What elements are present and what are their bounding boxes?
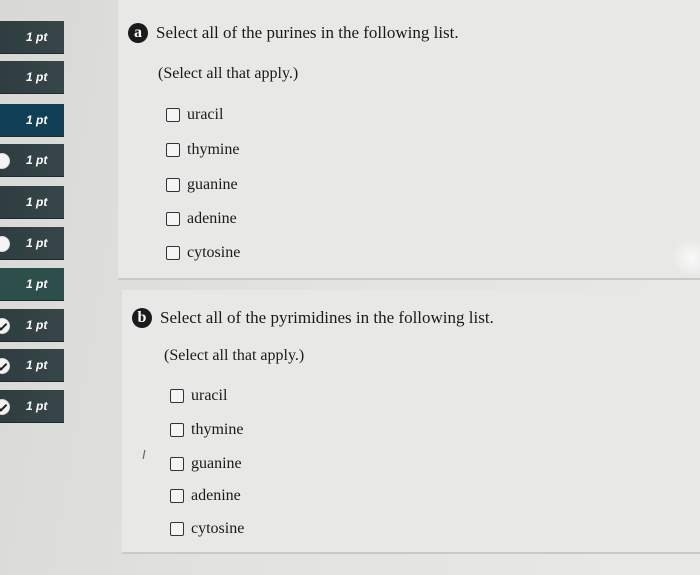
question-b-text: Select all of the pyrimidines in the fol… bbox=[160, 308, 494, 327]
checkbox[interactable] bbox=[170, 389, 184, 403]
option-b-cytosine[interactable]: cytosine bbox=[170, 520, 244, 538]
checkbox[interactable] bbox=[166, 143, 180, 157]
text-cursor-mark: I bbox=[142, 447, 146, 462]
option-label: guanine bbox=[191, 455, 242, 472]
nav-item-7[interactable]: 1 pt bbox=[0, 268, 64, 301]
nav-item-8[interactable]: 1 pt bbox=[0, 309, 64, 342]
option-a-guanine[interactable]: guanine bbox=[166, 176, 238, 194]
nav-item-9[interactable]: 1 pt bbox=[0, 349, 64, 382]
nav-item-10[interactable]: 1 pt bbox=[0, 390, 64, 423]
option-b-guanine[interactable]: guanine bbox=[170, 455, 242, 473]
nav-item-points: 1 pt bbox=[26, 318, 48, 332]
question-nav-rail: 1 pt 1 pt 1 pt 1 pt 1 pt 1 pt 1 pt 1 pt … bbox=[0, 0, 66, 425]
option-label: adenine bbox=[187, 210, 237, 227]
checkbox[interactable] bbox=[166, 108, 180, 122]
option-a-cytosine[interactable]: cytosine bbox=[166, 244, 240, 262]
nav-item-points: 1 pt bbox=[26, 153, 48, 167]
nav-item-3[interactable]: 1 pt bbox=[0, 104, 64, 137]
nav-item-2[interactable]: 1 pt bbox=[0, 61, 64, 94]
option-label: thymine bbox=[187, 141, 240, 158]
option-b-thymine[interactable]: thymine bbox=[170, 421, 243, 439]
screen-glare bbox=[672, 238, 700, 278]
question-a-panel: a Select all of the purines in the follo… bbox=[118, 0, 700, 280]
option-label: uracil bbox=[187, 106, 224, 123]
status-circle-icon bbox=[0, 153, 10, 169]
nav-item-5[interactable]: 1 pt bbox=[0, 186, 64, 219]
checkmark-icon bbox=[0, 358, 10, 374]
option-b-adenine[interactable]: adenine bbox=[170, 487, 241, 505]
question-a-text: Select all of the purines in the followi… bbox=[156, 23, 459, 42]
question-a-header: a Select all of the purines in the follo… bbox=[128, 23, 459, 43]
nav-item-points: 1 pt bbox=[26, 195, 48, 209]
checkmark-icon bbox=[0, 399, 10, 415]
option-b-uracil[interactable]: uracil bbox=[170, 387, 227, 405]
checkbox[interactable] bbox=[170, 489, 184, 503]
checkbox[interactable] bbox=[166, 178, 180, 192]
question-b-header: b Select all of the pyrimidines in the f… bbox=[132, 308, 494, 328]
option-label: uracil bbox=[191, 387, 228, 404]
option-label: adenine bbox=[191, 487, 241, 504]
nav-item-points: 1 pt bbox=[26, 70, 48, 84]
question-a-badge: a bbox=[128, 23, 148, 43]
nav-item-points: 1 pt bbox=[26, 236, 48, 250]
option-a-thymine[interactable]: thymine bbox=[166, 141, 239, 159]
checkmark-icon bbox=[0, 318, 10, 334]
option-label: guanine bbox=[187, 176, 238, 193]
nav-item-4[interactable]: 1 pt bbox=[0, 144, 64, 177]
nav-item-1[interactable]: 1 pt bbox=[0, 21, 64, 54]
question-b-panel: b Select all of the pyrimidines in the f… bbox=[122, 290, 700, 554]
status-circle-icon bbox=[0, 236, 10, 252]
option-label: cytosine bbox=[191, 520, 245, 537]
option-label: thymine bbox=[191, 421, 244, 438]
checkbox[interactable] bbox=[166, 212, 180, 226]
question-b-hint: (Select all that apply.) bbox=[164, 347, 305, 364]
checkbox[interactable] bbox=[170, 423, 184, 437]
nav-item-points: 1 pt bbox=[26, 113, 48, 127]
option-label: cytosine bbox=[187, 244, 241, 261]
option-a-adenine[interactable]: adenine bbox=[166, 210, 237, 228]
nav-item-points: 1 pt bbox=[26, 30, 48, 44]
nav-item-points: 1 pt bbox=[26, 399, 48, 413]
nav-item-points: 1 pt bbox=[26, 358, 48, 372]
nav-item-points: 1 pt bbox=[26, 277, 48, 291]
checkbox[interactable] bbox=[166, 246, 180, 260]
option-a-uracil[interactable]: uracil bbox=[166, 106, 223, 124]
question-a-hint: (Select all that apply.) bbox=[158, 65, 299, 82]
checkbox[interactable] bbox=[170, 457, 184, 471]
question-b-badge: b bbox=[132, 308, 152, 328]
checkbox[interactable] bbox=[170, 522, 184, 536]
nav-item-6[interactable]: 1 pt bbox=[0, 227, 64, 260]
